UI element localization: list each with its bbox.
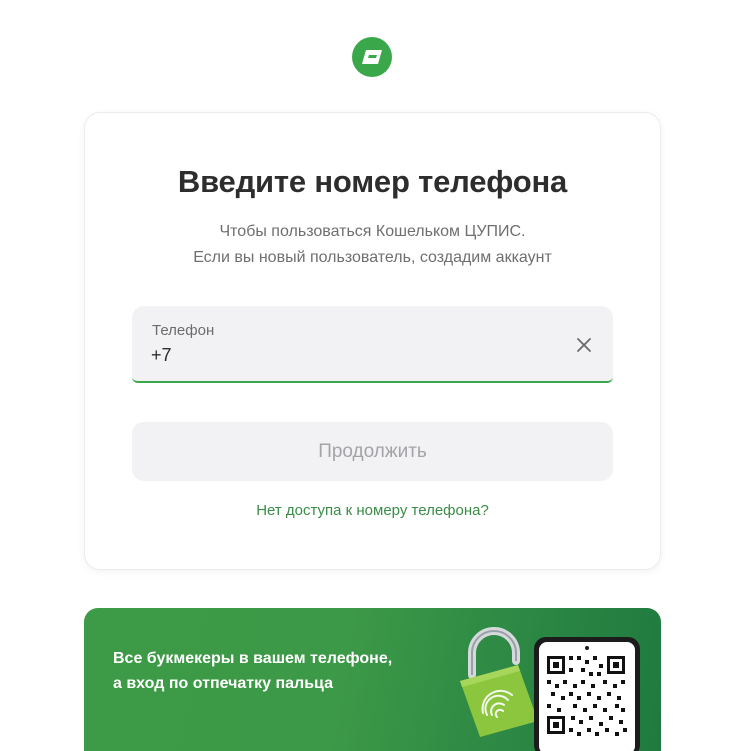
- phone-input[interactable]: [151, 342, 531, 368]
- page-title: Введите номер телефона: [177, 164, 568, 199]
- qr-code-phone-icon: [534, 637, 640, 751]
- close-icon: [577, 338, 591, 352]
- banner-text: Все букмекеры в вашем телефоне, а вход п…: [113, 646, 392, 696]
- clear-phone-button[interactable]: [573, 334, 595, 356]
- page-subtitle: Чтобы пользоваться Кошельком ЦУПИС. Если…: [85, 219, 660, 271]
- login-card: Введите номер телефона Чтобы пользоватьс…: [84, 112, 661, 570]
- banner-illustration: [460, 627, 640, 751]
- phone-field-label: Телефон: [152, 322, 215, 339]
- phone-field[interactable]: Телефон: [132, 306, 613, 383]
- subtitle-line-1: Чтобы пользоваться Кошельком ЦУПИС.: [219, 223, 526, 240]
- no-phone-access-link[interactable]: Нет доступа к номеру телефона?: [85, 502, 660, 519]
- subtitle-line-2: Если вы новый пользователь, создадим акк…: [193, 249, 552, 266]
- continue-button[interactable]: Продолжить: [132, 422, 613, 481]
- banner-line-2: а вход по отпечатку пальца: [113, 675, 333, 692]
- brand-logo[interactable]: [352, 37, 392, 77]
- wallet-logo-icon: [362, 50, 382, 64]
- promo-banner[interactable]: Все букмекеры в вашем телефоне, а вход п…: [84, 608, 661, 751]
- banner-line-1: Все букмекеры в вашем телефоне,: [113, 650, 393, 667]
- fingerprint-lock-icon: [460, 627, 538, 737]
